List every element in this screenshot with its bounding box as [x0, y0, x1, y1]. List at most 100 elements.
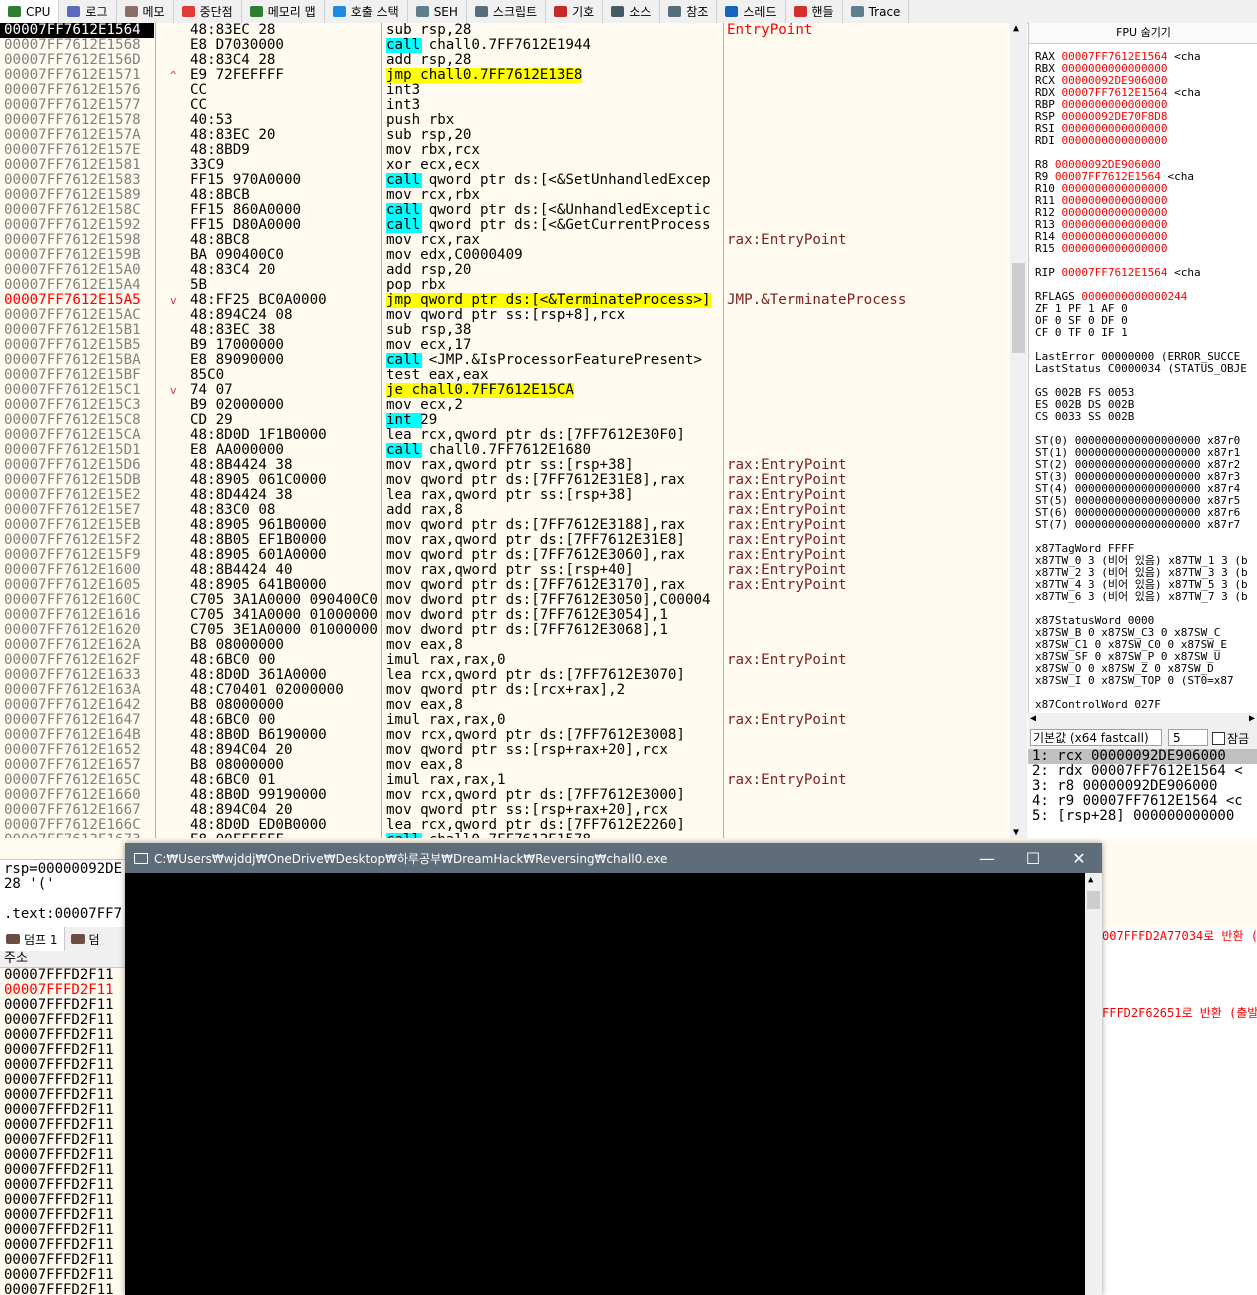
- disasm-row[interactable]: 00007FF7612E162F 48:6BC0 00 imul rax,rax,0…: [0, 653, 1010, 668]
- register-line[interactable]: x87TW_6 3 (비어 있음) x87TW_7 3 (b: [1035, 591, 1248, 603]
- disasm-row[interactable]: 00007FF7612E1642 B8 08000000 mov eax,8: [0, 698, 1010, 713]
- disasm-row[interactable]: 00007FF7612E15BF 85C0 test eax,eax: [0, 368, 1010, 383]
- disasm-row[interactable]: 00007FF7612E1667 48:894C04 20 mov qword pt…: [0, 803, 1010, 818]
- dump-row[interactable]: 00007FFFD2F11: [0, 1013, 125, 1028]
- lock-checkbox[interactable]: [1212, 732, 1225, 745]
- disasm-row[interactable]: 00007FF7612E15E7 48:83C0 08 add rax,8 rax:E…: [0, 503, 1010, 518]
- disasm-row[interactable]: 00007FF7612E1581 33C9 xor ecx,ecx: [0, 158, 1010, 173]
- disasm-row[interactable]: 00007FF7612E15C1 v 74 07 je chall0.7FF7612E…: [0, 383, 1010, 398]
- register-value[interactable]: 0000000000000000: [1062, 134, 1168, 147]
- tab-log[interactable]: 로그: [59, 0, 117, 23]
- dump-row[interactable]: 00007FFFD2F11: [0, 1133, 125, 1148]
- register-line[interactable]: RDI 0000000000000000: [1035, 134, 1168, 147]
- tab-breakpoint[interactable]: 중단점: [174, 0, 242, 23]
- dump-address-header[interactable]: 주소: [0, 951, 125, 968]
- scroll-up-icon[interactable]: ▲: [1088, 875, 1093, 885]
- disasm-row[interactable]: 00007FF7612E1605 48:8905 641B0000 mov qwor…: [0, 578, 1010, 593]
- dump-row[interactable]: 00007FFFD2F11: [0, 983, 125, 998]
- call-arg-row[interactable]: 4: r9 00007FF7612E1564 <c: [1028, 794, 1257, 809]
- dump-row[interactable]: 00007FFFD2F11: [0, 1028, 125, 1043]
- disasm-row[interactable]: 00007FF7612E1633 48:8D0D 361A0000 lea rcx,…: [0, 668, 1010, 683]
- dump-row[interactable]: 00007FFFD2F11: [0, 1253, 125, 1268]
- registers-hscroll[interactable]: ◀ ▶: [1028, 713, 1257, 727]
- disasm-row[interactable]: 00007FF7612E15F9 48:8905 601A0000 mov qwor…: [0, 548, 1010, 563]
- disasm-row[interactable]: 00007FF7612E159B BA 090400C0 mov edx,C0000…: [0, 248, 1010, 263]
- disasm-row[interactable]: 00007FF7612E15AC 48:894C24 08 mov qword pt…: [0, 308, 1010, 323]
- disasm-row[interactable]: 00007FF7612E162A B8 08000000 mov eax,8: [0, 638, 1010, 653]
- tab-search[interactable]: 참조: [660, 0, 718, 23]
- dump-row[interactable]: 00007FFFD2F11: [0, 1088, 125, 1103]
- scroll-thumb[interactable]: [1012, 263, 1025, 353]
- disasm-row[interactable]: 00007FF7612E1589 48:8BCB mov rcx,rbx: [0, 188, 1010, 203]
- disasm-row[interactable]: 00007FF7612E1657 B8 08000000 mov eax,8: [0, 758, 1010, 773]
- tab-handle[interactable]: 핸들: [786, 0, 843, 23]
- disasm-row[interactable]: 00007FF7612E1598 48:8BC8 mov rcx,rax rax:En…: [0, 233, 1010, 248]
- disasm-row[interactable]: 00007FF7612E15A0 48:83C4 20 add rsp,20: [0, 263, 1010, 278]
- disasm-row[interactable]: 00007FF7612E15C3 B9 02000000 mov ecx,2: [0, 398, 1010, 413]
- tab-call-stack[interactable]: 호출 스택: [325, 0, 408, 23]
- tab-thread[interactable]: 스레드: [717, 0, 786, 23]
- disasm-row[interactable]: 00007FF7612E1660 48:8B0D 99190000 mov rcx,…: [0, 788, 1010, 803]
- call-arg-row[interactable]: 2: rdx 00007FF7612E1564 <: [1028, 764, 1257, 779]
- disasm-row[interactable]: 00007FF7612E166C 48:8D0D ED0B0000 lea rcx,…: [0, 818, 1010, 833]
- register-line[interactable]: CF 0 TF 0 IF 1: [1035, 327, 1128, 339]
- disasm-row[interactable]: 00007FF7612E15F2 48:8B05 EF1B0000 mov rax,…: [0, 533, 1010, 548]
- disasm-row[interactable]: 00007FF7612E158C FF15 860A0000 call qword …: [0, 203, 1010, 218]
- disasm-row[interactable]: 00007FF7612E15E2 48:8D4424 38 lea rax,qwor…: [0, 488, 1010, 503]
- disasm-row[interactable]: 00007FF7612E1652 48:894C04 20 mov qword pt…: [0, 743, 1010, 758]
- tab-dump-1[interactable]: 덤프 1: [0, 927, 65, 951]
- register-value[interactable]: 0000000000000000: [1062, 242, 1168, 255]
- console-titlebar[interactable]: C:₩Users₩wjddj₩OneDrive₩Desktop₩하루공부₩Dre…: [125, 843, 1102, 873]
- disasm-row[interactable]: 00007FF7612E15D6 48:8B4424 38 mov rax,qwor…: [0, 458, 1010, 473]
- disassembly-view[interactable]: 00007FF7612E1564 48:83EC 28 sub rsp,28 Entr…: [0, 23, 1010, 838]
- call-args-list[interactable]: 1: rcx 00000092DE906000 2: rdx 00007FF761…: [1028, 749, 1257, 839]
- disasm-row[interactable]: 00007FF7612E1576 CC int3: [0, 83, 1010, 98]
- tab-seh[interactable]: SEH: [408, 0, 467, 23]
- disasm-row[interactable]: 00007FF7612E156D 48:83C4 28 add rsp,28: [0, 53, 1010, 68]
- tab-cpu[interactable]: CPU: [0, 0, 60, 23]
- disasm-row[interactable]: 00007FF7612E15B5 B9 17000000 mov ecx,17: [0, 338, 1010, 353]
- scroll-up-icon[interactable]: ▲: [1013, 23, 1019, 34]
- disasm-row[interactable]: 00007FF7612E15A4 5B pop rbx: [0, 278, 1010, 293]
- disasm-row[interactable]: 00007FF7612E1616 C705 341A0000 01000000 mo…: [0, 608, 1010, 623]
- disasm-row[interactable]: 00007FF7612E1577 CC int3: [0, 98, 1010, 113]
- disasm-row[interactable]: 00007FF7612E1673 E8 00FFFFFF call chall0.7…: [0, 833, 1010, 838]
- call-arg-row[interactable]: 3: r8 00000092DE906000: [1028, 779, 1257, 794]
- dump-row[interactable]: 00007FFFD2F11: [0, 1208, 125, 1223]
- minimize-button[interactable]: —: [964, 843, 1010, 873]
- console-window[interactable]: C:₩Users₩wjddj₩OneDrive₩Desktop₩하루공부₩Dre…: [125, 843, 1102, 1295]
- disasm-row[interactable]: 00007FF7612E1578 40:53 push rbx: [0, 113, 1010, 128]
- call-arg-row[interactable]: 1: rcx 00000092DE906000: [1028, 749, 1257, 764]
- disasm-row[interactable]: 00007FF7612E160C C705 3A1A0000 090400C0 mo…: [0, 593, 1010, 608]
- register-line[interactable]: R15 0000000000000000: [1035, 242, 1168, 255]
- fpu-toggle-button[interactable]: FPU 숨기기: [1029, 23, 1257, 44]
- dump-row[interactable]: 00007FFFD2F11: [0, 1118, 125, 1133]
- register-line[interactable]: CS 0033 SS 002B: [1035, 411, 1134, 423]
- dump-row[interactable]: 00007FFFD2F11: [0, 1073, 125, 1088]
- dump-row[interactable]: 00007FFFD2F11: [0, 1238, 125, 1253]
- register-line[interactable]: RIP 00007FF7612E1564 <cha: [1035, 267, 1201, 279]
- register-line[interactable]: LastStatus C0000034 (STATUS_OBJE: [1035, 363, 1247, 375]
- disasm-row[interactable]: 00007FF7612E157A 48:83EC 20 sub rsp,20: [0, 128, 1010, 143]
- dump-view[interactable]: 주소 00007FFFD2F11 00007FFFD2F11 00007FFFD2F…: [0, 951, 125, 1295]
- disasm-row[interactable]: 00007FF7612E15EB 48:8905 961B0000 mov qwor…: [0, 518, 1010, 533]
- register-line[interactable]: x87SW_I 0 x87SW_TOP 0 (ST0=x87: [1035, 675, 1234, 687]
- disasm-row[interactable]: 00007FF7612E1620 C705 3E1A0000 01000000 mo…: [0, 623, 1010, 638]
- disasm-row[interactable]: 00007FF7612E15B1 48:83EC 38 sub rsp,38: [0, 323, 1010, 338]
- dump-row[interactable]: 00007FFFD2F11: [0, 998, 125, 1013]
- disasm-row[interactable]: 00007FF7612E1568 E8 D7030000 call chall0.7…: [0, 38, 1010, 53]
- tab-dump-2[interactable]: 덤: [65, 927, 106, 951]
- dump-row[interactable]: 00007FFFD2F11: [0, 1043, 125, 1058]
- dump-row[interactable]: 00007FFFD2F11: [0, 1283, 125, 1295]
- disasm-row[interactable]: 00007FF7612E15A5 v 48:FF25 BC0A0000 jmp qwo…: [0, 293, 1010, 308]
- tab-script[interactable]: 스크립트: [467, 0, 547, 23]
- scroll-down-icon[interactable]: ▼: [1013, 827, 1019, 838]
- call-convention-select[interactable]: 기본값 (x64 fastcall): [1030, 729, 1162, 746]
- disasm-row[interactable]: 00007FF7612E1592 FF15 D80A0000 call qword …: [0, 218, 1010, 233]
- disasm-row[interactable]: 00007FF7612E157E 48:8BD9 mov rbx,rcx: [0, 143, 1010, 158]
- disasm-row[interactable]: 00007FF7612E164B 48:8B0D B6190000 mov rcx,…: [0, 728, 1010, 743]
- disasm-scrollbar[interactable]: ▲ ▼: [1010, 23, 1027, 838]
- disasm-row[interactable]: 00007FF7612E163A 48:C70401 02000000 mov qw…: [0, 683, 1010, 698]
- tab-symbol[interactable]: 기호: [546, 0, 604, 23]
- disasm-row[interactable]: 00007FF7612E15BA E8 89090000 call <JMP.&Is…: [0, 353, 1010, 368]
